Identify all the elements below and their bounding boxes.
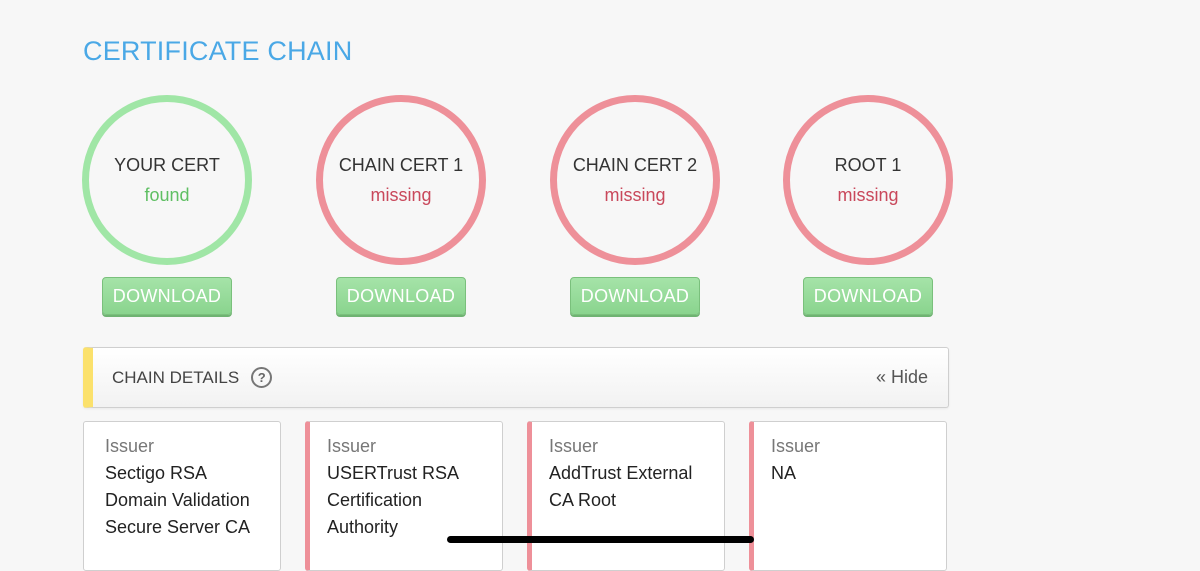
cert-name: CHAIN CERT 2 — [572, 155, 698, 175]
page-title: CERTIFICATE CHAIN — [83, 36, 353, 66]
help-icon[interactable]: ? — [251, 367, 273, 388]
cert-name: ROOT 1 — [834, 155, 902, 175]
cert-status-ring: YOUR CERT found — [82, 95, 252, 265]
issuer-card: Issuer NA — [749, 421, 947, 571]
cert-name: CHAIN CERT 1 — [338, 155, 464, 175]
issuer-label: Issuer — [327, 436, 377, 456]
issuer-card: Issuer AddTrust External CA Root — [527, 421, 725, 571]
cert-name: YOUR CERT — [114, 155, 220, 175]
cert-status-ring: ROOT 1 missing — [783, 95, 953, 265]
issuer-label: Issuer — [105, 436, 155, 456]
cert-status-ring: CHAIN CERT 2 missing — [550, 95, 720, 265]
issuer-value: Sectigo RSA Domain Validation Secure Ser… — [105, 463, 251, 537]
hide-details-link[interactable]: « Hide — [876, 367, 928, 388]
cert-status: found — [144, 185, 190, 205]
home-indicator-bar[interactable] — [447, 536, 754, 543]
issuer-value: USERTrust RSA Certification Authority — [327, 463, 459, 537]
cert-status: missing — [604, 185, 666, 205]
download-your-cert-button[interactable]: DOWNLOAD — [102, 277, 232, 315]
cert-status-ring: CHAIN CERT 1 missing — [316, 95, 486, 265]
download-root-1-button[interactable]: DOWNLOAD — [803, 277, 933, 315]
cert-chain-cert-2: CHAIN CERT 2 missing DOWNLOAD — [550, 95, 720, 315]
cert-your-cert: YOUR CERT found DOWNLOAD — [82, 95, 252, 315]
cert-root-1: ROOT 1 missing DOWNLOAD — [783, 95, 953, 315]
cert-status: missing — [370, 185, 432, 205]
issuer-card: Issuer Sectigo RSA Domain Validation Sec… — [83, 421, 281, 571]
issuer-card: Issuer USERTrust RSA Certification Autho… — [305, 421, 503, 571]
cert-status: missing — [837, 185, 899, 205]
download-chain-cert-2-button[interactable]: DOWNLOAD — [570, 277, 700, 315]
issuer-value: AddTrust External CA Root — [549, 463, 693, 510]
issuer-label: Issuer — [549, 436, 599, 456]
chain-details-panel-header: CHAIN DETAILS ? « Hide — [83, 347, 949, 408]
chain-details-label: CHAIN DETAILS — [112, 367, 240, 387]
download-chain-cert-1-button[interactable]: DOWNLOAD — [336, 277, 466, 315]
issuer-value: NA — [771, 463, 797, 483]
cert-chain-cert-1: CHAIN CERT 1 missing DOWNLOAD — [316, 95, 486, 315]
issuer-label: Issuer — [771, 436, 821, 456]
